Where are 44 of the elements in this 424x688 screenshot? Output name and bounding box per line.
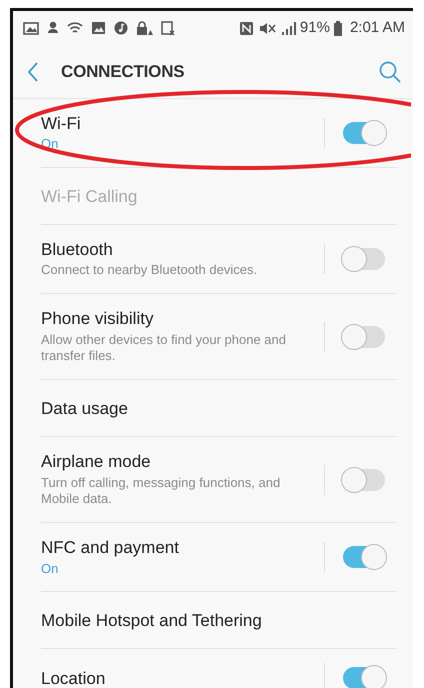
setting-title: Bluetooth: [41, 239, 114, 260]
setting-title: Phone visibility: [41, 308, 154, 330]
setting-title: Data usage: [41, 398, 129, 419]
screen-title: CONNECTIONS: [61, 60, 186, 83]
image-icon: [91, 21, 106, 35]
battery-percent: 91%: [300, 18, 330, 38]
clock: 2:01 AM: [350, 18, 405, 38]
person-icon: [47, 21, 59, 35]
toggle-switch[interactable]: [343, 122, 385, 144]
setting-status: On: [41, 560, 60, 578]
setting-title: NFC and payment: [41, 537, 180, 559]
setting-row[interactable]: Bluetooth Connect to nearby Bluetooth devices.: [41, 225, 397, 294]
setting-description: Allow other devices to find your phone and transfer files.: [41, 332, 287, 366]
back-button[interactable]: [27, 62, 39, 82]
toggle-switch[interactable]: [343, 667, 385, 688]
toggle-switch[interactable]: [343, 546, 385, 568]
setting-description: Connect to nearby Bluetooth devices.: [41, 262, 258, 280]
wifi-icon: [67, 21, 83, 35]
back-icon: [27, 62, 39, 82]
toggle-switch[interactable]: [343, 326, 385, 348]
setting-row[interactable]: Location: [41, 649, 397, 688]
setting-row[interactable]: NFC and payment On: [41, 523, 397, 592]
toggle-switch[interactable]: [343, 468, 385, 491]
signal-icon: [280, 21, 296, 35]
setting-title: Location: [41, 668, 106, 688]
lock-warning-icon: [136, 20, 153, 36]
search-button[interactable]: [379, 60, 401, 82]
setting-row[interactable]: Airplane mode Turn off calling, messaging functions, and Mobile data.: [41, 437, 397, 522]
setting-title: Wi-Fi Calling: [41, 186, 138, 207]
gallery-icon: [23, 21, 39, 35]
document-icon: [161, 20, 175, 36]
mute-icon: [258, 20, 276, 36]
music-icon: [114, 21, 128, 35]
nfc-icon: [238, 20, 254, 36]
setting-title: Airplane mode: [41, 451, 152, 473]
search-icon: [379, 60, 401, 82]
setting-title: Mobile Hotspot and Tethering: [41, 610, 263, 632]
setting-row[interactable]: Phone visibility Allow other devices to find your phone and transfer files.: [41, 294, 397, 380]
battery-icon: [334, 20, 342, 36]
setting-description: Turn off calling, messaging functions, and Mobile data.: [41, 474, 282, 508]
toggle-switch[interactable]: [343, 248, 385, 270]
setting-row[interactable]: Mobile Hotspot and Tethering: [41, 592, 397, 648]
setting-title: Wi-Fi: [41, 113, 82, 134]
setting-row[interactable]: Data usage: [41, 380, 397, 436]
